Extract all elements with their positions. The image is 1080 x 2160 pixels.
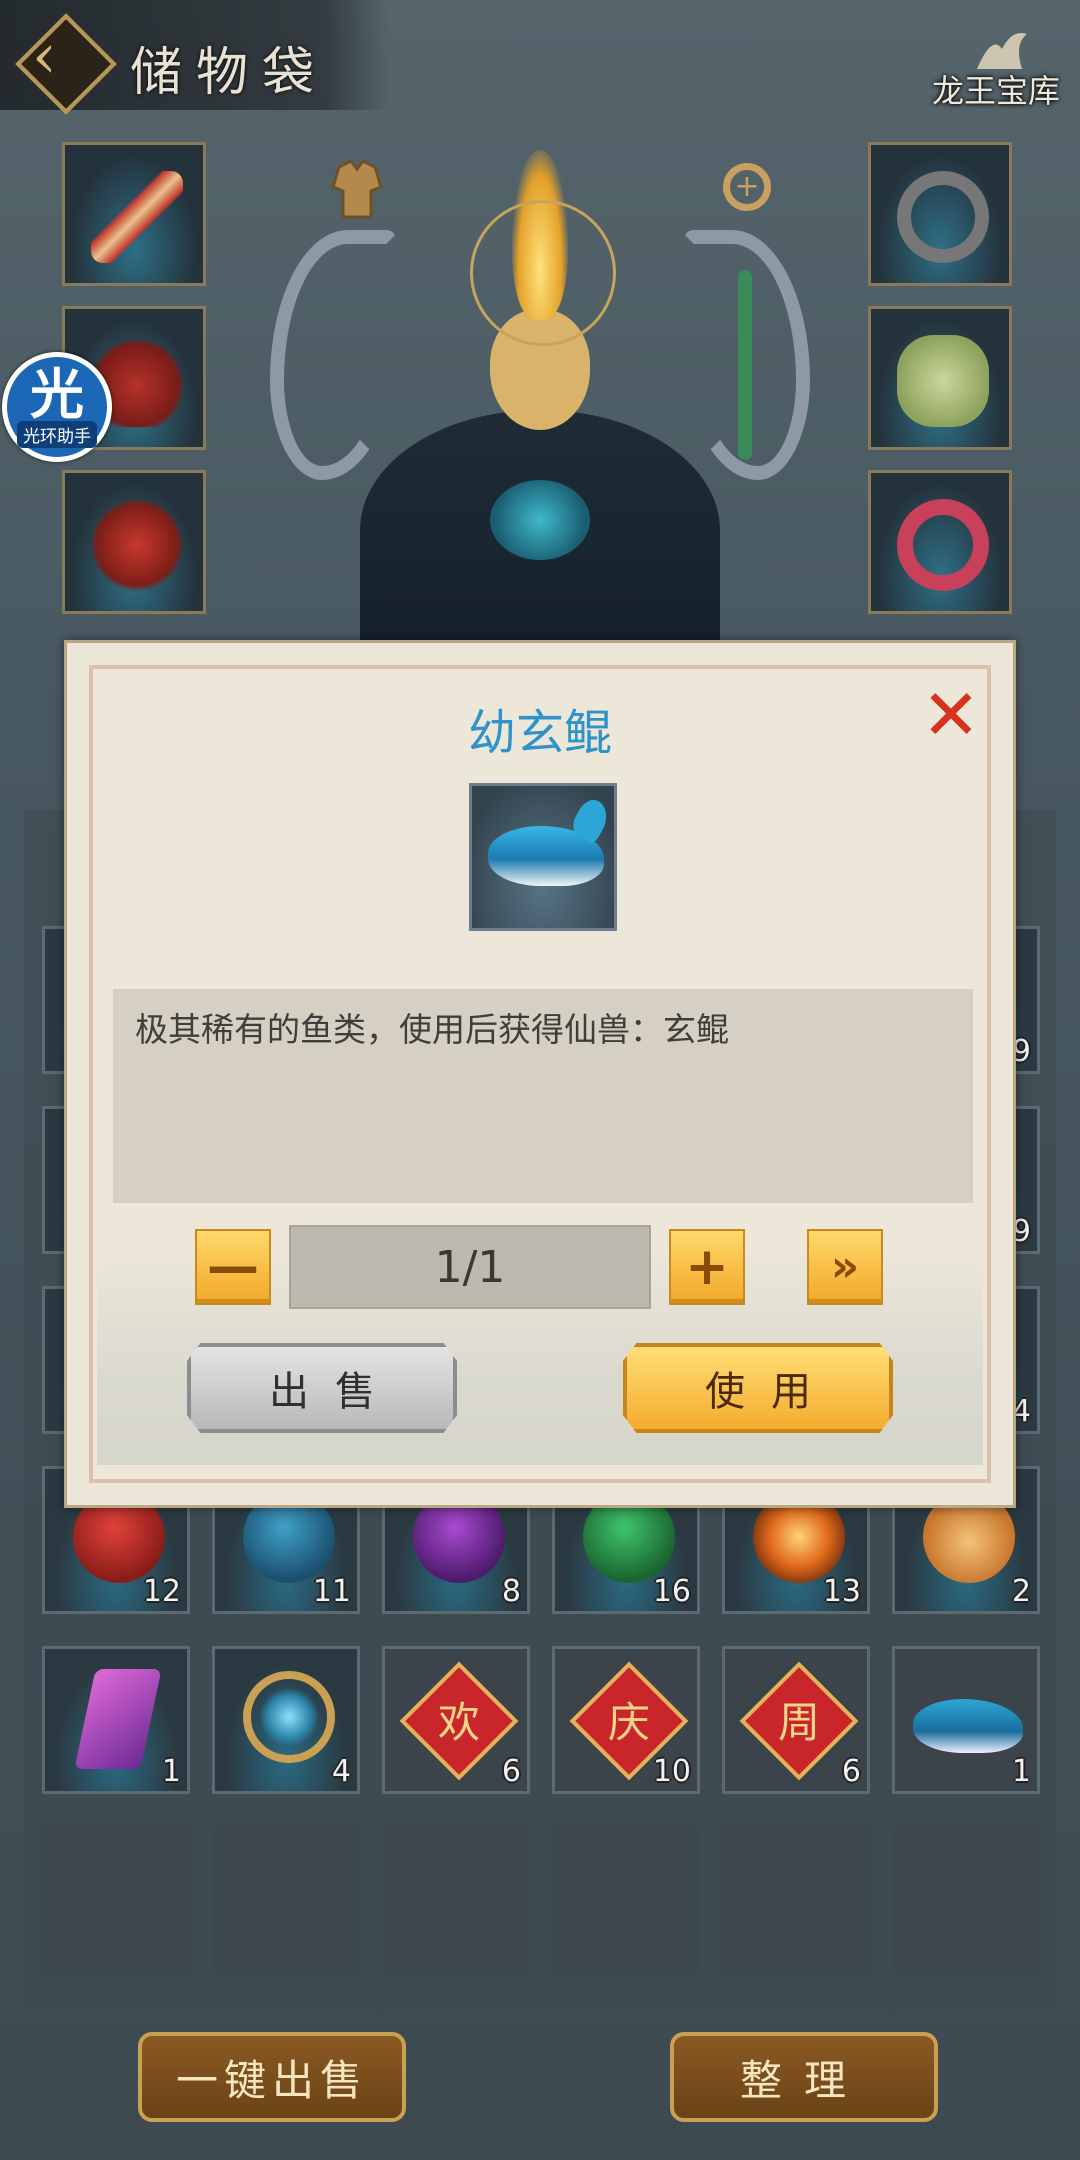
item-description: 极其稀有的鱼类，使用后获得仙兽：玄鲲 xyxy=(135,1010,729,1049)
item-count: 13 xyxy=(822,1574,861,1609)
sell-button[interactable]: 出售 xyxy=(187,1343,457,1433)
quantity-field[interactable]: 1/1 xyxy=(289,1225,651,1309)
equip-slot-bracelet[interactable] xyxy=(868,142,1012,286)
use-button[interactable]: 使用 xyxy=(623,1343,893,1433)
armor-icon[interactable] xyxy=(318,150,396,228)
character-halo xyxy=(470,200,616,346)
helper-app-badge[interactable]: 光 光环助手 xyxy=(2,352,112,462)
jade-pendant-icon xyxy=(897,335,989,427)
equip-slot-weapon[interactable] xyxy=(62,142,206,286)
item-count: 10 xyxy=(652,1754,691,1789)
item-detail-dialog: 幼玄鲲 ✕ 极其稀有的鱼类，使用后获得仙兽：玄鲲 — 1/1 + » 出售 使用 xyxy=(64,640,1016,1508)
minus-icon[interactable]: — xyxy=(195,1229,271,1305)
item-count: 16 xyxy=(652,1574,691,1609)
item-count: 12 xyxy=(142,1574,181,1609)
bag-slot-empty[interactable] xyxy=(382,1826,530,1974)
bag-slot-card-zhou[interactable]: 周 6 xyxy=(722,1646,870,1794)
quantity-stepper: — 1/1 + » xyxy=(67,1225,1013,1309)
armor-robe-icon xyxy=(91,499,183,591)
sword-icon xyxy=(91,171,183,263)
item-count: 6 xyxy=(841,1754,861,1789)
bag-slot-empty[interactable] xyxy=(552,1826,700,1974)
double-chevron-right-icon[interactable]: » xyxy=(807,1229,883,1305)
spirit-orb xyxy=(490,480,590,560)
equip-slot-armor[interactable] xyxy=(62,470,206,614)
item-description-box: 极其稀有的鱼类，使用后获得仙兽：玄鲲 xyxy=(113,989,973,1203)
item-count: 11 xyxy=(312,1574,351,1609)
equip-slot-pendant[interactable] xyxy=(868,306,1012,450)
item-name: 幼玄鲲 xyxy=(467,705,612,761)
bag-slot-gold-ring-orb[interactable]: 4 xyxy=(212,1646,360,1794)
equip-slot-ring[interactable] xyxy=(868,470,1012,614)
dragon-king-treasury-logo[interactable]: 龙王宝库 xyxy=(932,66,1060,112)
left-wing xyxy=(270,230,400,480)
helper-glyph: 光 xyxy=(30,362,84,426)
close-icon[interactable]: ✕ xyxy=(919,680,983,750)
bracelet-icon xyxy=(897,171,989,263)
card-glyph: 周 xyxy=(777,1698,820,1747)
card-glyph: 欢 xyxy=(437,1698,480,1747)
zoom-in-icon[interactable]: + xyxy=(708,148,786,226)
item-icon-frame xyxy=(469,783,617,931)
bag-slot-empty[interactable] xyxy=(892,1826,1040,1974)
card-glyph: 庆 xyxy=(607,1698,650,1747)
ring-icon xyxy=(897,499,989,591)
game-scene: ‹ 储物袋 龙王宝库 + 光 光环助手 9 9 4 12 11 8 16 13 … xyxy=(0,0,1080,2160)
item-count: 2 xyxy=(1011,1574,1031,1609)
gold-ring-orb-icon xyxy=(243,1671,335,1763)
bag-slot-pink-crystal[interactable]: 1 xyxy=(42,1646,190,1794)
sell-all-button[interactable]: 一键出售 xyxy=(138,2032,406,2122)
bag-slot-whale-fish[interactable]: 1 xyxy=(892,1646,1040,1794)
sort-button[interactable]: 整理 xyxy=(670,2032,938,2122)
pink-crystal-icon xyxy=(74,1669,162,1769)
back-arrow-icon[interactable]: ‹ xyxy=(32,25,92,87)
bag-slot-empty[interactable] xyxy=(42,1826,190,1974)
jade-staff xyxy=(738,270,752,460)
bag-slot-empty[interactable] xyxy=(212,1826,360,1974)
whale-fish-icon xyxy=(913,1699,1023,1753)
helper-label: 光环助手 xyxy=(17,420,97,448)
bag-slot-card-huan[interactable]: 欢 6 xyxy=(382,1646,530,1794)
plus-icon[interactable]: + xyxy=(669,1229,745,1305)
item-count: 1 xyxy=(161,1754,181,1789)
bag-slot-card-qing[interactable]: 庆 10 xyxy=(552,1646,700,1794)
item-count: 6 xyxy=(501,1754,521,1789)
item-count: 8 xyxy=(501,1574,521,1609)
item-count: 4 xyxy=(331,1754,351,1789)
item-count: 1 xyxy=(1011,1754,1031,1789)
bag-slot-empty[interactable] xyxy=(722,1826,870,1974)
